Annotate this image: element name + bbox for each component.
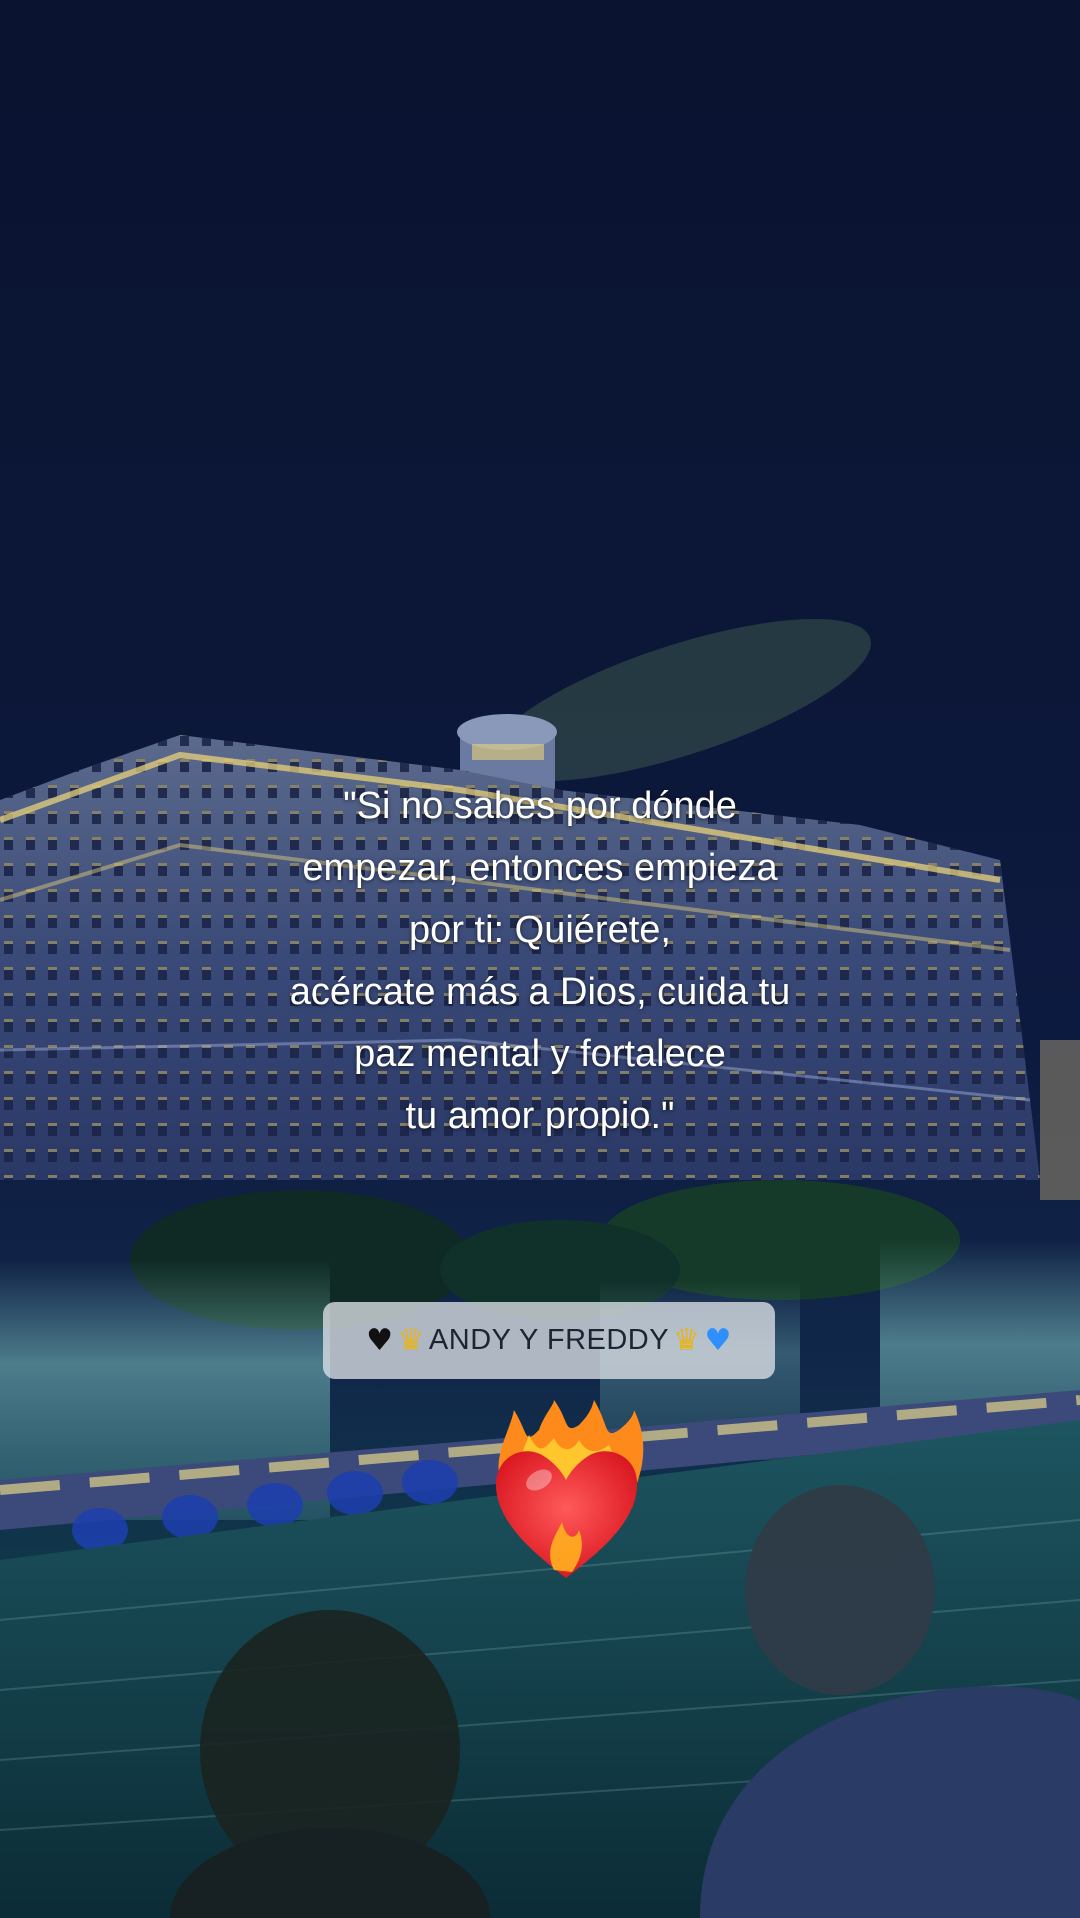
quote-line: "Si no sabes por dónde <box>343 785 737 827</box>
black-heart-icon: ♥ <box>366 1322 394 1358</box>
quote-line: acércate más a Dios, cuida tu <box>289 971 791 1013</box>
story-canvas: "Si no sabes por dónde empezar, entonces… <box>0 0 1080 1918</box>
quote-line: tu amor propio." <box>405 1095 675 1137</box>
quote-text: "Si no sabes por dónde empezar, entonces… <box>140 775 940 1147</box>
crown-icon: ♛ <box>673 1322 701 1358</box>
quote-line: paz mental y fortalece <box>354 1033 726 1075</box>
signature-chip: ♥ ♛ ANDY Y FREDDY ♛ ♥ <box>323 1302 775 1379</box>
blue-heart-icon: ♥ <box>704 1322 732 1358</box>
heart-on-fire-icon <box>495 1400 644 1578</box>
crown-icon: ♛ <box>397 1322 425 1358</box>
quote-line: por ti: Quiérete, <box>409 909 671 951</box>
quote-line: empezar, entonces empieza <box>302 847 778 889</box>
signature-text: ANDY Y FREDDY <box>428 1324 670 1356</box>
